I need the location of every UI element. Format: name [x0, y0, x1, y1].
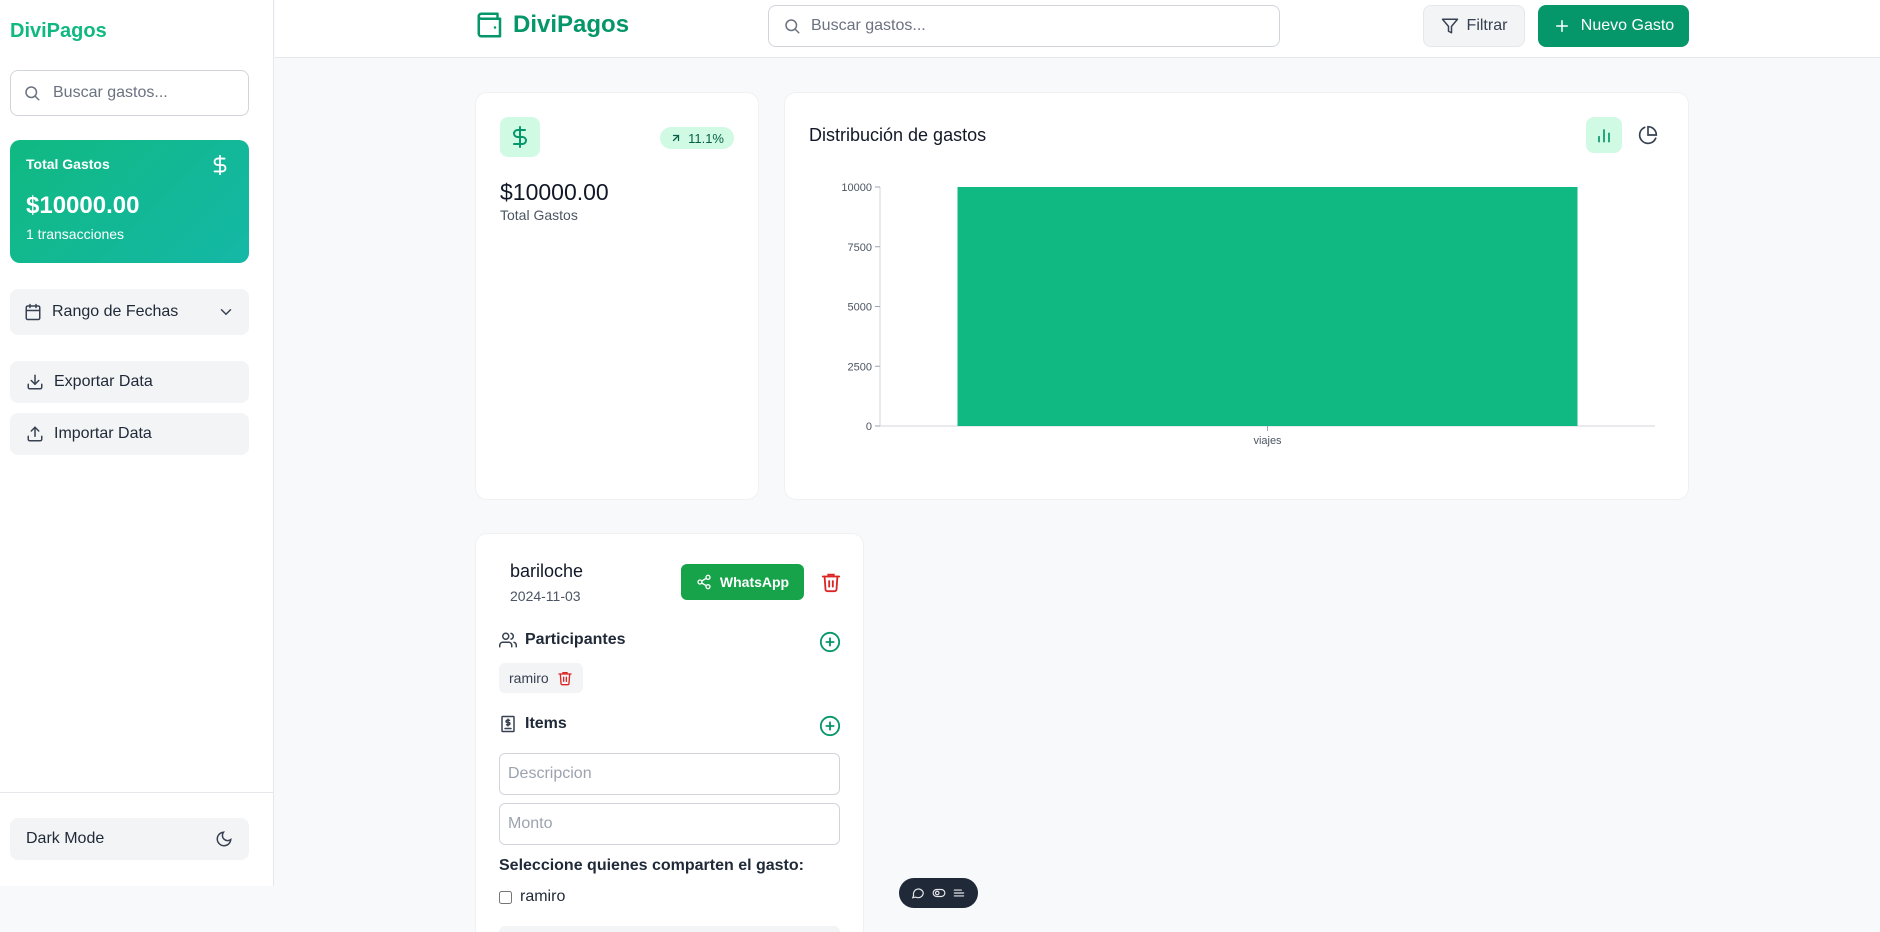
- moon-icon: [216, 831, 232, 847]
- top-header: DiviPagos Filtrar Nuevo Gasto: [275, 0, 1880, 58]
- comment-icon[interactable]: [911, 886, 925, 900]
- y-tick-label: 2500: [848, 361, 872, 373]
- y-tick-label: 10000: [841, 182, 872, 194]
- header-search-input[interactable]: [811, 17, 1251, 35]
- total-stat-card: 11.1% $10000.00 Total Gastos: [475, 92, 759, 500]
- stat-label: Total Gastos: [500, 207, 578, 223]
- share-checkbox[interactable]: [499, 890, 512, 904]
- new-expense-button[interactable]: Nuevo Gasto: [1538, 5, 1689, 47]
- dollar-icon: [513, 126, 527, 148]
- users-icon: [499, 632, 517, 648]
- floating-toolbar: [899, 878, 978, 908]
- whatsapp-label: WhatsApp: [719, 574, 790, 590]
- add-participant-icon[interactable]: [819, 631, 841, 653]
- expense-date: 2024-11-03: [510, 588, 581, 604]
- share-icon: [697, 574, 711, 590]
- remove-participant-icon[interactable]: [557, 670, 573, 686]
- participants-title: Participantes: [525, 631, 626, 648]
- sidebar-brand[interactable]: DiviPagos: [10, 20, 107, 43]
- new-expense-label: Nuevo Gasto: [1580, 17, 1675, 34]
- wallet-icon: [477, 12, 502, 38]
- header-search[interactable]: [768, 5, 1280, 47]
- share-option[interactable]: ramiro: [499, 888, 565, 906]
- date-range-dropdown[interactable]: Rango de Fechas: [10, 289, 249, 335]
- import-data-button[interactable]: Importar Data: [10, 413, 249, 455]
- dollar-icon: [213, 154, 227, 176]
- total-expenses-card: Total Gastos $10000.00 1 transacciones: [10, 140, 249, 263]
- header-brand-text: DiviPagos: [513, 11, 630, 38]
- stat-icon-box: [500, 117, 540, 157]
- trend-badge-value: 11.1%: [688, 130, 724, 146]
- expense-card: bariloche 2024-11-03 WhatsApp Participan…: [475, 533, 864, 932]
- add-item-button-partial[interactable]: [499, 926, 840, 932]
- bottom-strip: [0, 886, 475, 932]
- item-amount-input[interactable]: [499, 803, 840, 845]
- sidebar-search-input[interactable]: [53, 84, 233, 102]
- header-brand[interactable]: DiviPagos: [475, 10, 629, 40]
- dark-mode-toggle[interactable]: Dark Mode: [10, 818, 249, 860]
- bar-chart: 0 2500 5000 7500 10000 viajes: [841, 182, 1655, 447]
- receipt-icon: [501, 715, 515, 733]
- stat-amount: $10000.00: [500, 179, 609, 205]
- y-tick-label: 5000: [848, 302, 872, 314]
- search-icon: [25, 86, 40, 101]
- filter-button[interactable]: Filtrar: [1423, 5, 1525, 47]
- participants-header: Participantes: [499, 631, 625, 649]
- y-tick-label: 0: [866, 421, 872, 433]
- plus-icon: [1555, 20, 1568, 32]
- filter-label: Filtrar: [1466, 17, 1508, 34]
- download-icon: [27, 374, 43, 390]
- calendar-icon: [25, 303, 41, 321]
- search-icon: [785, 19, 800, 34]
- sidebar-divider: [0, 792, 274, 793]
- items-header: Items: [499, 715, 567, 733]
- add-item-icon[interactable]: [819, 715, 841, 737]
- trash-icon[interactable]: [820, 571, 842, 593]
- whatsapp-share-button[interactable]: WhatsApp: [681, 564, 804, 600]
- y-tick-label: 7500: [848, 242, 872, 254]
- total-expenses-amount: $10000.00: [26, 192, 140, 219]
- arrow-up-right-icon: [672, 134, 680, 142]
- items-title: Items: [525, 715, 567, 732]
- chevron-down-icon: [220, 309, 232, 316]
- trend-badge: 11.1%: [660, 127, 734, 149]
- sidebar-search[interactable]: [10, 70, 249, 116]
- import-data-label: Importar Data: [54, 425, 152, 442]
- export-data-label: Exportar Data: [54, 373, 153, 390]
- expense-name: bariloche: [510, 561, 584, 581]
- date-range-label: Rango de Fechas: [52, 303, 179, 320]
- share-label: Seleccione quienes comparten el gasto:: [499, 857, 804, 874]
- share-option-name: ramiro: [520, 888, 566, 905]
- dark-mode-label: Dark Mode: [26, 830, 105, 847]
- total-expenses-label: Total Gastos: [26, 156, 110, 172]
- sidebar: DiviPagos Total Gastos $10000.00 1 trans…: [0, 0, 274, 886]
- participant-chip: ramiro: [499, 663, 583, 693]
- menu-icon[interactable]: [952, 886, 966, 900]
- export-data-button[interactable]: Exportar Data: [10, 361, 249, 403]
- toggle-icon[interactable]: [932, 886, 946, 900]
- filter-icon: [1441, 18, 1458, 34]
- item-description-input[interactable]: [499, 753, 840, 795]
- participant-name: ramiro: [509, 670, 549, 686]
- upload-icon: [27, 426, 43, 442]
- transactions-count: 1 transacciones: [26, 226, 125, 242]
- x-tick-label: viajes: [1253, 435, 1282, 447]
- bar-viajes: [957, 187, 1578, 426]
- chart-card: Distribución de gastos 0 2500 5000 7500 1000…: [784, 92, 1689, 500]
